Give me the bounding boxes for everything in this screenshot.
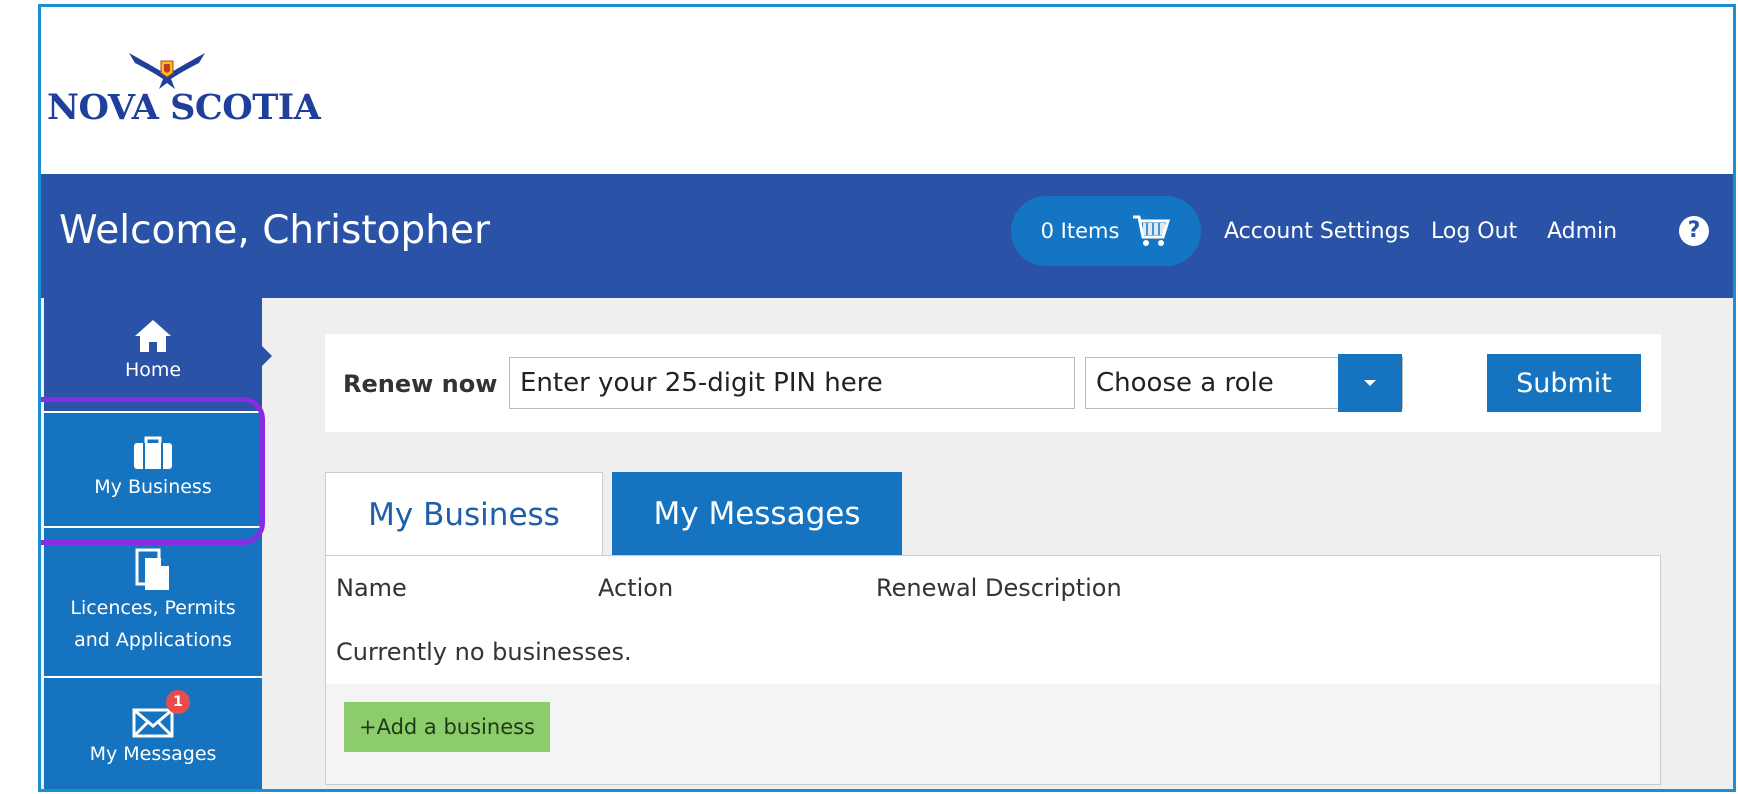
empty-message: Currently no businesses. bbox=[336, 638, 632, 666]
sidebar-item-label: My Business bbox=[94, 476, 212, 498]
business-table: Name Action Renewal Description Currentl… bbox=[325, 555, 1661, 785]
sidebar-item-label: Home bbox=[124, 359, 182, 381]
account-settings-link[interactable]: Account Settings bbox=[1224, 219, 1410, 244]
table-row: Currently no businesses. bbox=[326, 620, 1660, 685]
role-select-value: Choose a role bbox=[1096, 368, 1274, 398]
tab-my-messages[interactable]: My Messages bbox=[612, 472, 902, 556]
welcome-message: Welcome, Christopher bbox=[59, 208, 490, 253]
page-frame: NOVA SCOTIA Welcome, Christopher 0 Items… bbox=[38, 4, 1736, 792]
logo-text: NOVA SCOTIA bbox=[47, 87, 321, 128]
sidebar-item-label-line1: Licences, Permits bbox=[70, 597, 236, 619]
briefcase-icon bbox=[134, 436, 172, 469]
sidebar-item-my-business[interactable]: My Business bbox=[44, 413, 262, 528]
admin-link[interactable]: Admin bbox=[1547, 219, 1617, 244]
active-indicator bbox=[262, 346, 272, 366]
sidebar-item-licences[interactable]: Licences, Permits and Applications bbox=[44, 528, 262, 678]
chevron-down-icon bbox=[1364, 380, 1376, 386]
nova-scotia-logo[interactable]: NOVA SCOTIA bbox=[47, 49, 321, 128]
role-select[interactable]: Choose a role bbox=[1085, 354, 1403, 412]
sidebar-item-my-messages[interactable]: My Messages 1 bbox=[44, 678, 262, 789]
document-icon bbox=[135, 548, 169, 590]
pin-input[interactable] bbox=[509, 357, 1075, 409]
table-footer: +Add a business bbox=[326, 684, 1660, 784]
shopping-cart-icon bbox=[1133, 215, 1171, 246]
sidebar-nav: Home My Business Licences, Permits and A… bbox=[44, 298, 272, 789]
column-header-name[interactable]: Name bbox=[336, 574, 407, 602]
home-icon bbox=[135, 320, 171, 352]
sidebar-item-home[interactable]: Home bbox=[44, 298, 272, 413]
tab-my-business[interactable]: My Business bbox=[325, 472, 603, 556]
sidebar-item-label-line2: and Applications bbox=[74, 629, 232, 651]
add-business-button[interactable]: +Add a business bbox=[344, 702, 550, 752]
renew-now-label: Renew now bbox=[343, 370, 498, 398]
table-header: Name Action Renewal Description bbox=[326, 556, 1660, 621]
log-out-link[interactable]: Log Out bbox=[1431, 219, 1517, 244]
renew-panel: Renew now Choose a role Submit bbox=[325, 334, 1661, 432]
submit-button[interactable]: Submit bbox=[1487, 354, 1641, 412]
sidebar-item-label: My Messages bbox=[89, 743, 217, 765]
column-header-action[interactable]: Action bbox=[598, 574, 673, 602]
unread-badge: 1 bbox=[166, 690, 190, 714]
header-bar: Welcome, Christopher 0 Items Account Set… bbox=[41, 174, 1733, 298]
role-select-toggle[interactable] bbox=[1338, 354, 1402, 412]
cart-count: 0 Items bbox=[1040, 219, 1120, 243]
cart-button[interactable]: 0 Items bbox=[1011, 196, 1201, 266]
help-icon[interactable]: ? bbox=[1679, 216, 1709, 246]
column-header-renewal-description[interactable]: Renewal Description bbox=[876, 574, 1122, 602]
